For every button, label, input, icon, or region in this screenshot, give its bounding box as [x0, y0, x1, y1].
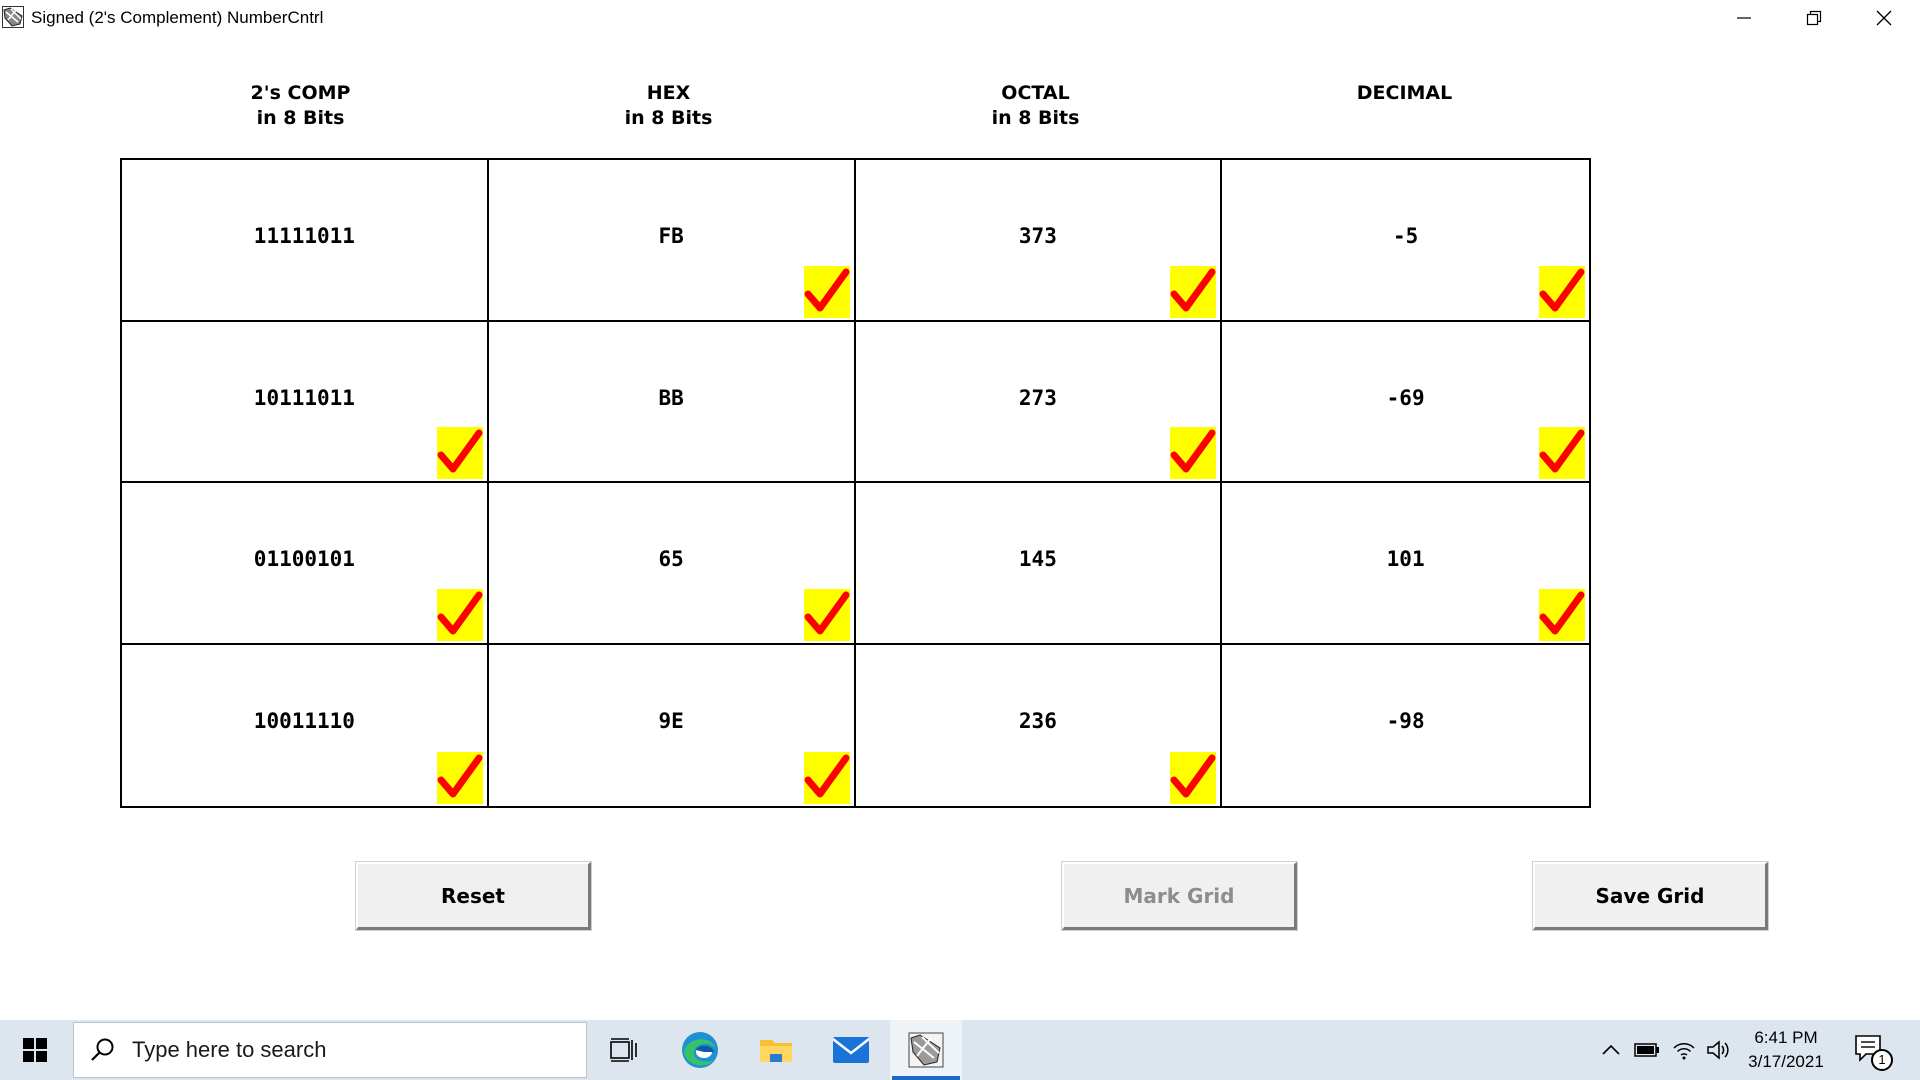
wifi-icon [1673, 1043, 1695, 1060]
grid-cell-decimal[interactable]: -69 [1222, 322, 1589, 483]
column-header-line2: in 8 Bits [256, 107, 345, 129]
start-button[interactable] [0, 1020, 70, 1080]
taskbar-search-box[interactable] [73, 1022, 587, 1078]
number-control-app-button[interactable] [890, 1020, 962, 1080]
number-grid: 11111011 FB 373 -5 10111011 BB 273 -69 01100101 6… [120, 158, 1591, 808]
taskbar: 6:41 PM 3/17/2021 1 [0, 1020, 1920, 1080]
reset-button[interactable]: Reset [356, 862, 591, 930]
checkmark-icon [1170, 427, 1217, 479]
checkmark-icon [1539, 427, 1585, 479]
grid-cell-twos-comp[interactable]: 10011110 [122, 644, 489, 806]
cell-value: BB [658, 385, 684, 410]
column-header-line1: OCTAL [1001, 82, 1070, 104]
grid-cell-octal[interactable]: 373 [855, 160, 1223, 322]
grid-cell-octal[interactable]: 145 [855, 483, 1223, 645]
clock-time: 6:41 PM [1754, 1028, 1818, 1047]
title-bar: Signed (2's Complement) NumberCntrl [0, 0, 1920, 38]
grid-cell-decimal[interactable]: 101 [1222, 483, 1589, 645]
cell-value: 273 [1018, 385, 1057, 410]
restore-button[interactable] [1779, 0, 1849, 36]
checkmark-icon [436, 427, 483, 479]
battery-icon [1634, 1043, 1659, 1057]
grid-cell-hex[interactable]: 9E [489, 644, 856, 806]
checkmark-icon [803, 265, 850, 318]
checkmark-icon [803, 588, 850, 641]
cell-value: 101 [1386, 547, 1425, 571]
grid-cell-hex[interactable]: 65 [488, 483, 856, 645]
file-explorer-button[interactable] [740, 1020, 812, 1080]
mail-icon [832, 1037, 870, 1063]
checkmark-icon [436, 752, 483, 804]
column-header-octal: OCTAL in 8 Bits [852, 81, 1219, 131]
cell-value: 11111011 [253, 224, 355, 248]
close-icon [1876, 10, 1892, 26]
search-icon [91, 1038, 114, 1061]
column-header-decimal: DECIMAL [1221, 81, 1588, 106]
checkmark-icon [803, 752, 850, 804]
cell-value: 10111011 [253, 385, 355, 410]
column-header-line2: in 8 Bits [991, 107, 1080, 129]
grid-cell-twos-comp[interactable]: 11111011 [122, 160, 489, 322]
mark-grid-button[interactable]: Mark Grid [1062, 862, 1297, 930]
clock-date: 3/17/2021 [1748, 1052, 1824, 1071]
cell-value: 145 [1018, 547, 1057, 571]
column-header-line1: HEX [646, 82, 691, 104]
edge-icon [682, 1032, 718, 1068]
column-header-line1: 2's COMP [250, 82, 351, 104]
network-button[interactable] [1670, 1037, 1698, 1063]
grid-cell-hex[interactable]: BB [488, 321, 856, 483]
column-header-line2: in 8 Bits [624, 107, 713, 129]
grid-cell-octal[interactable]: 273 [855, 321, 1223, 483]
restore-icon [1806, 10, 1822, 26]
minimize-icon [1737, 17, 1751, 19]
grid-cell-decimal[interactable]: -5 [1222, 160, 1589, 322]
checkmark-icon [1170, 265, 1217, 318]
cell-value: 01100101 [253, 547, 355, 571]
task-view-icon [610, 1038, 637, 1062]
chevron-up-icon [1602, 1044, 1620, 1055]
close-button[interactable] [1849, 0, 1919, 36]
cell-value: FB [658, 224, 684, 248]
checkmark-icon [1539, 265, 1585, 318]
cell-value: 373 [1018, 224, 1057, 248]
notification-count-badge: 1 [1871, 1049, 1893, 1071]
mail-button[interactable] [815, 1020, 887, 1080]
checkmark-icon [436, 588, 483, 641]
grid-cell-hex[interactable]: FB [488, 160, 856, 322]
search-input[interactable] [132, 1033, 552, 1067]
taskbar-clock[interactable]: 6:41 PM 3/17/2021 [1726, 1026, 1846, 1074]
window-title: Signed (2's Complement) NumberCntrl [31, 8, 324, 27]
cell-value: 65 [658, 547, 684, 571]
cell-value: 236 [1018, 708, 1057, 733]
grid-cell-twos-comp[interactable]: 01100101 [122, 483, 489, 645]
app-icon [2, 6, 24, 28]
battery-button[interactable] [1633, 1037, 1661, 1063]
column-header-twos-complement: 2's COMP in 8 Bits [117, 81, 484, 131]
column-header-hex: HEX in 8 Bits [485, 81, 852, 131]
cell-value: -98 [1386, 708, 1425, 733]
cell-value: 10011110 [253, 708, 355, 733]
edge-button[interactable] [664, 1020, 736, 1080]
grid-cell-twos-comp[interactable]: 10111011 [122, 321, 489, 483]
minimize-button[interactable] [1709, 0, 1779, 36]
grid-cell-decimal[interactable]: -98 [1222, 645, 1589, 807]
checkmark-icon [1539, 588, 1585, 641]
grid-cell-octal[interactable]: 236 [856, 644, 1223, 806]
show-hidden-icons-button[interactable] [1597, 1037, 1625, 1063]
number-control-app-icon [908, 1032, 944, 1068]
cell-value: 9E [658, 708, 684, 733]
column-header-line1: DECIMAL [1356, 82, 1453, 104]
save-grid-button[interactable]: Save Grid [1533, 862, 1768, 930]
cell-value: -5 [1392, 224, 1419, 248]
file-explorer-icon [760, 1040, 792, 1062]
windows-logo-icon [23, 1038, 47, 1062]
task-view-button[interactable] [588, 1020, 660, 1080]
checkmark-icon [1170, 752, 1217, 804]
cell-value: -69 [1386, 385, 1425, 410]
